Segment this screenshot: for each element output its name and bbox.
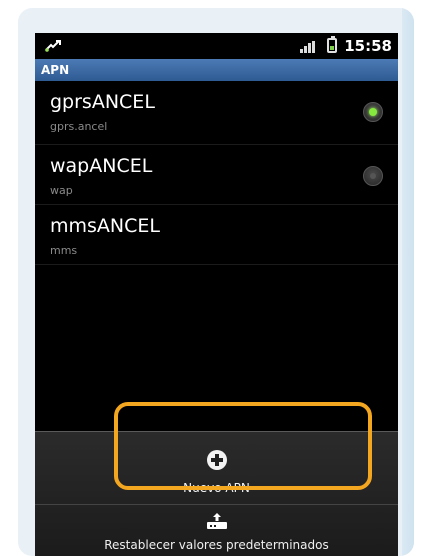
status-bar: 15:58 [35,33,398,59]
signal-icon [300,41,315,53]
apn-item-wapancel[interactable]: wapANCEL wap [35,145,398,205]
page-title: APN [35,59,398,81]
device-frame: 15:58 APN gprsANCEL gprs.ancel wapANCEL … [18,8,414,556]
reset-defaults-button[interactable]: Restablecer valores predeterminados [35,504,398,556]
usb-debug-icon [45,40,61,52]
apn-value: wap [50,184,73,197]
apn-value: mms [50,244,78,257]
reset-defaults-label: Restablecer valores predeterminados [104,538,329,552]
apn-name: wapANCEL [50,155,153,177]
highlight-box [114,402,372,490]
apn-name: mmsANCEL [50,215,160,237]
apn-item-gprsancel[interactable]: gprsANCEL gprs.ancel [35,81,398,145]
apn-name: gprsANCEL [50,91,155,113]
apn-item-mmsancel[interactable]: mmsANCEL mms [35,205,398,265]
status-time: 15:58 [344,37,392,55]
apn-radio[interactable] [363,166,383,186]
apn-list: gprsANCEL gprs.ancel wapANCEL wap mmsANC… [35,81,398,265]
apn-value: gprs.ancel [50,120,108,133]
apn-radio-selected[interactable] [363,102,383,122]
reset-icon [207,513,227,529]
battery-icon [327,36,337,53]
